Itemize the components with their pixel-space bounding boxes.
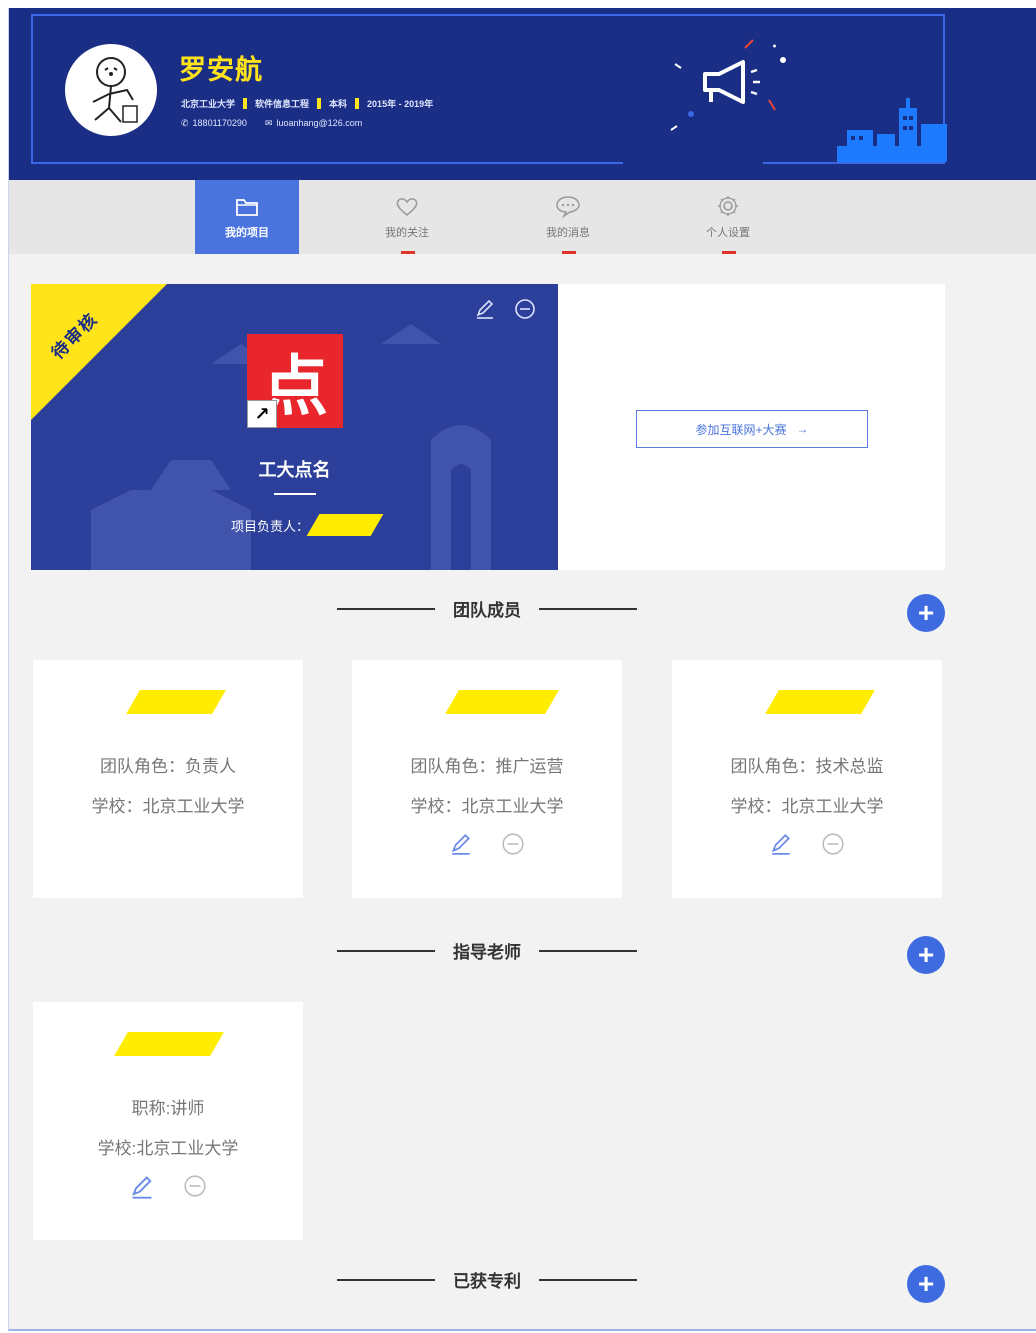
owner-label: 项目负责人： xyxy=(231,518,310,534)
separator xyxy=(243,98,248,109)
member-role: 团队角色：负责人 xyxy=(100,757,236,776)
gear-icon xyxy=(718,196,738,216)
redacted-advisor-name xyxy=(114,1032,224,1056)
section-title: 已获专利 xyxy=(453,1272,521,1291)
project-card: 待审核 点 ↗ 工大点名 项目负责人： 参加互联网+大赛 → xyxy=(31,284,945,570)
megaphone-icon xyxy=(670,39,786,131)
separator xyxy=(355,98,360,109)
redacted-member-name xyxy=(765,690,875,714)
add-member-button[interactable]: + xyxy=(907,594,945,632)
member-role: 团队角色：技术总监 xyxy=(730,757,884,776)
avatar-cartoon-icon xyxy=(92,57,138,123)
advisor-actions xyxy=(33,1174,303,1200)
project-name: 工大点名 xyxy=(258,460,331,480)
edit-icon[interactable] xyxy=(769,832,793,856)
major-name: 软件信息工程 xyxy=(255,99,310,109)
phone-number: 18801170290 xyxy=(192,118,247,128)
member-card: 团队角色：技术总监 学校：北京工业大学 xyxy=(672,660,942,898)
tab-indicator xyxy=(562,251,576,254)
study-years: 2015年 - 2019年 xyxy=(367,99,434,109)
plus-icon: + xyxy=(917,597,935,628)
edit-icon[interactable] xyxy=(474,298,496,320)
advisor-card: 职称:讲师 学校:北京工业大学 xyxy=(33,1002,303,1240)
header-frame xyxy=(31,14,945,164)
remove-icon[interactable] xyxy=(183,1174,207,1198)
school-name: 北京工业大学 xyxy=(181,99,236,109)
section-advisors: 指导老师 xyxy=(331,938,643,963)
folder-icon xyxy=(236,199,258,216)
education-info: 北京工业大学 软件信息工程 本科 2015年 - 2019年 xyxy=(181,97,433,110)
degree: 本科 xyxy=(329,99,348,109)
advisor-school: 学校:北京工业大学 xyxy=(97,1139,239,1158)
member-role: 团队角色：推广运营 xyxy=(410,757,564,776)
tab-label: 我的关注 xyxy=(385,227,429,239)
plus-icon: + xyxy=(917,939,935,970)
separator xyxy=(317,98,322,109)
member-school: 学校：北京工业大学 xyxy=(410,797,564,816)
edit-icon[interactable] xyxy=(449,832,473,856)
remove-icon[interactable] xyxy=(501,832,525,856)
project-actions xyxy=(474,298,536,320)
phone-icon: ✆ xyxy=(181,118,189,128)
edit-icon[interactable] xyxy=(129,1174,155,1200)
member-card: 团队角色：负责人 学校：北京工业大学 xyxy=(33,660,303,898)
redacted-member-name xyxy=(445,690,559,714)
mail-icon: ✉ xyxy=(264,118,273,128)
section-team-members: 团队成员 xyxy=(331,596,643,621)
tab-indicator xyxy=(722,251,736,254)
section-patents: 已获专利 xyxy=(331,1267,643,1292)
member-actions xyxy=(672,832,942,856)
add-patent-button[interactable]: + xyxy=(907,1265,945,1303)
redacted-member-name xyxy=(126,690,226,714)
shortcut-arrow-icon: ↗ xyxy=(247,400,277,428)
email-address: luoanhang@126.com xyxy=(276,118,363,128)
user-name: 罗安航 xyxy=(179,55,263,85)
tab-my-messages[interactable]: 我的消息 xyxy=(516,180,620,254)
join-competition-button[interactable]: 参加互联网+大赛 → xyxy=(636,410,868,448)
member-actions xyxy=(352,832,622,856)
tab-indicator xyxy=(401,251,415,254)
add-advisor-button[interactable]: + xyxy=(907,936,945,974)
join-label: 参加互联网+大赛 xyxy=(695,422,787,437)
section-title: 指导老师 xyxy=(453,943,521,962)
member-school: 学校：北京工业大学 xyxy=(91,797,245,816)
member-school: 学校：北京工业大学 xyxy=(730,797,884,816)
tab-bar: 我的项目 我的关注 我的消息 个人设置 xyxy=(9,180,1036,254)
advisor-title: 职称:讲师 xyxy=(131,1099,205,1118)
remove-icon[interactable] xyxy=(821,832,845,856)
tab-label: 我的项目 xyxy=(225,227,269,239)
redacted-owner-name xyxy=(306,514,384,536)
tab-label: 个人设置 xyxy=(706,227,750,239)
divider xyxy=(274,493,316,495)
tab-my-follows[interactable]: 我的关注 xyxy=(355,180,459,254)
city-skyline-icon xyxy=(837,98,947,162)
section-title: 团队成员 xyxy=(453,601,521,620)
heart-icon xyxy=(396,198,418,216)
remove-icon[interactable] xyxy=(514,298,536,320)
member-card: 团队角色：推广运营 学校：北京工业大学 xyxy=(352,660,622,898)
message-icon xyxy=(556,196,580,218)
tab-label: 我的消息 xyxy=(546,227,590,239)
profile-header: 罗安航 北京工业大学 软件信息工程 本科 2015年 - 2019年 ✆ 1880… xyxy=(9,8,1036,180)
contact-info: ✆ 18801170290 ✉ luoanhang@126.com xyxy=(181,118,362,129)
tab-my-projects[interactable]: 我的项目 xyxy=(195,180,299,254)
tab-settings[interactable]: 个人设置 xyxy=(676,180,780,254)
project-owner: 项目负责人： xyxy=(231,514,384,536)
page: 罗安航 北京工业大学 软件信息工程 本科 2015年 - 2019年 ✆ 1880… xyxy=(8,8,1036,1331)
avatar[interactable] xyxy=(65,44,157,136)
project-banner: 待审核 点 ↗ 工大点名 项目负责人： xyxy=(31,284,558,570)
plus-icon: + xyxy=(917,1268,935,1299)
arrow-right-icon: → xyxy=(796,422,809,436)
